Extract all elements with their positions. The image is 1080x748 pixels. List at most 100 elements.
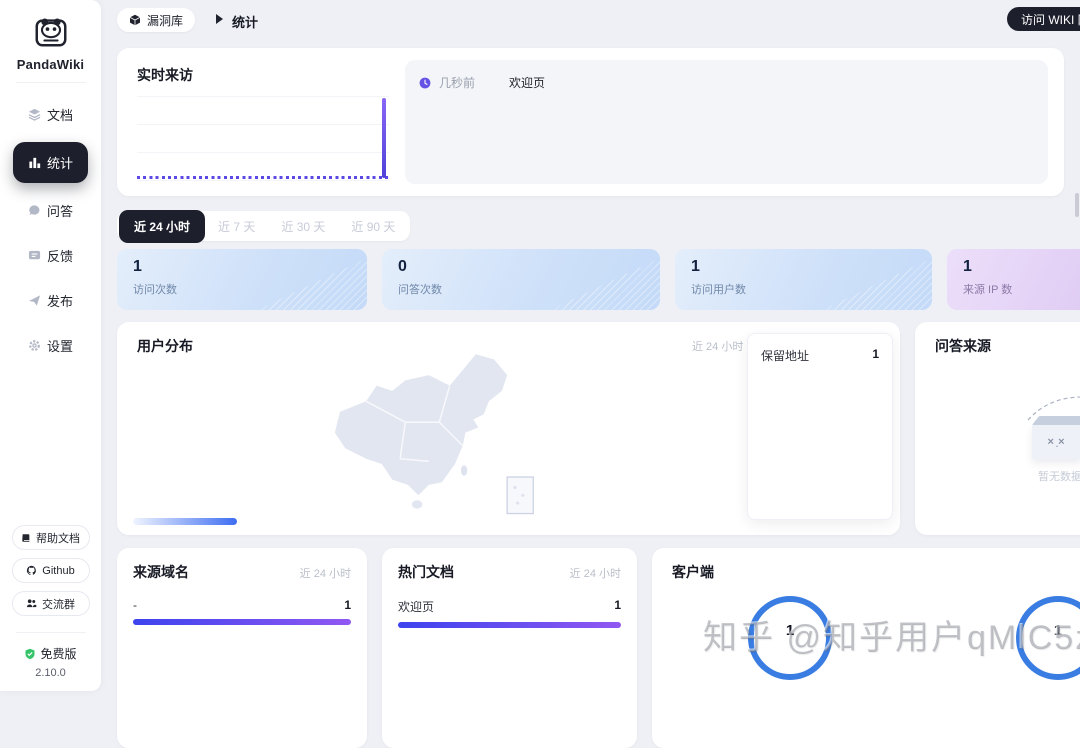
version-label: 2.10.0 xyxy=(35,667,66,679)
doc-progress-bar xyxy=(398,622,621,628)
sidebar-item-label: 反馈 xyxy=(47,246,73,265)
client-donut-chart-2: 1 xyxy=(1016,596,1080,680)
sidebar-divider xyxy=(16,82,86,83)
donut-value: 1 xyxy=(786,622,794,639)
realtime-zero-baseline xyxy=(137,176,389,179)
visit-wiki-button[interactable]: 访问 WIKI 网站 xyxy=(1007,7,1080,31)
empty-box-illustration: ×.× xyxy=(1032,416,1080,459)
qa-source-card: 问答来源 ×.× 暂无数据 xyxy=(915,322,1080,535)
tab-last-24h[interactable]: 近 24 小时 xyxy=(119,210,205,243)
hot-docs-range: 近 24 小时 xyxy=(570,565,621,581)
app-name: PandaWiki xyxy=(17,57,84,72)
sidebar-item-label: 设置 xyxy=(47,336,73,355)
doc-row[interactable]: 欢迎页 1 xyxy=(382,582,637,615)
sidebar-item-stats[interactable]: 统计 xyxy=(13,142,88,183)
stat-label: 访问用户数 xyxy=(691,281,916,297)
realtime-spike-bar xyxy=(382,98,386,178)
message-square-icon xyxy=(28,249,41,262)
doc-label: 欢迎页 xyxy=(398,598,434,615)
domain-row: - 1 xyxy=(117,582,367,612)
stat-value: 1 xyxy=(133,258,351,276)
sidebar-divider xyxy=(16,632,86,633)
book-icon xyxy=(21,533,31,543)
visit-wiki-label: 访问 WIKI 网站 xyxy=(1021,11,1080,28)
domain-progress-bar xyxy=(133,619,351,625)
stat-card-users: 1 访问用户数 xyxy=(675,249,932,310)
stat-label: 来源 IP 数 xyxy=(963,281,1080,297)
community-label: 交流群 xyxy=(42,596,75,612)
sidebar-item-label: 发布 xyxy=(47,291,73,310)
cube-icon xyxy=(129,14,141,26)
sidebar-item-label: 统计 xyxy=(47,153,73,172)
realtime-visits-card: 实时来访 几秒前 欢迎页 xyxy=(117,48,1064,196)
panda-logo-icon xyxy=(32,12,70,50)
empty-state-text: 暂无数据 xyxy=(1000,468,1080,484)
qa-source-title: 问答来源 xyxy=(935,336,991,356)
sidebar-item-docs[interactable]: 文档 xyxy=(18,97,83,132)
tab-last-7d[interactable]: 近 7 天 xyxy=(205,210,268,243)
sidebar-item-publish[interactable]: 发布 xyxy=(18,283,83,318)
tab-last-30d[interactable]: 近 30 天 xyxy=(268,210,338,243)
sidebar-item-label: 问答 xyxy=(47,201,73,220)
github-label: Github xyxy=(42,565,74,577)
region-list-panel: 保留地址 1 xyxy=(747,333,893,520)
event-page: 欢迎页 xyxy=(509,74,545,91)
github-link[interactable]: Github xyxy=(12,558,90,583)
user-distribution-card: 用户分布 近 24 小时 保留地址 1 xyxy=(117,322,900,535)
source-domains-card: 来源域名 近 24 小时 - 1 xyxy=(117,548,367,748)
realtime-event-row[interactable]: 几秒前 欢迎页 xyxy=(405,60,1048,91)
realtime-title: 实时来访 xyxy=(137,65,193,85)
event-time: 几秒前 xyxy=(439,74,501,91)
realtime-events-panel: 几秒前 欢迎页 xyxy=(405,60,1048,184)
chat-bubble-icon xyxy=(28,204,41,217)
sidebar-item-label: 文档 xyxy=(47,105,73,124)
source-domains-title: 来源域名 xyxy=(133,562,189,582)
sidebar: PandaWiki 文档 统计 问答 反馈 xyxy=(0,0,101,691)
empty-state: ×.× 暂无数据 xyxy=(1000,382,1080,484)
users-icon xyxy=(26,598,37,609)
vertical-scrollbar-thumb[interactable] xyxy=(1075,193,1079,217)
edition-badge: 免费版 xyxy=(24,645,76,662)
community-link[interactable]: 交流群 xyxy=(12,591,90,616)
time-range-tabs: 近 24 小时 近 7 天 近 30 天 近 90 天 xyxy=(117,211,410,241)
clients-card: 客户端 1 1 xyxy=(652,548,1080,748)
stats-row: 1 访问次数 0 问答次数 1 访问用户数 1 来源 IP 数 xyxy=(117,249,1080,310)
client-donut-chart-1: 1 xyxy=(748,596,832,680)
layers-icon xyxy=(28,108,41,121)
doc-value: 1 xyxy=(614,598,621,615)
stat-label: 问答次数 xyxy=(398,281,644,297)
breadcrumb-current-page: 统计 xyxy=(232,12,258,31)
help-docs-link[interactable]: 帮助文档 xyxy=(12,525,90,550)
stat-value: 0 xyxy=(398,258,644,276)
app-logo[interactable]: PandaWiki xyxy=(17,12,84,72)
donut-value: 1 xyxy=(1054,622,1062,639)
stat-card-qa-count: 0 问答次数 xyxy=(382,249,660,310)
shield-check-icon xyxy=(24,648,36,660)
source-domains-range: 近 24 小时 xyxy=(300,565,351,581)
region-label: 保留地址 xyxy=(761,347,809,364)
breadcrumb-kb-selector[interactable]: 漏洞库 xyxy=(117,8,195,32)
hot-docs-card: 热门文档 近 24 小时 欢迎页 1 xyxy=(382,548,637,748)
breadcrumb-arrow-icon xyxy=(216,14,223,24)
region-value: 1 xyxy=(872,347,879,364)
edition-label: 免费版 xyxy=(40,645,76,662)
sidebar-footer: 帮助文档 Github 交流群 免费版 2.10.0 xyxy=(0,525,101,691)
clock-icon xyxy=(419,77,431,89)
stat-card-visits: 1 访问次数 xyxy=(117,249,367,310)
github-icon xyxy=(26,565,37,576)
user-distribution-title: 用户分布 xyxy=(137,336,193,356)
breadcrumb-kb-name: 漏洞库 xyxy=(147,12,183,29)
sidebar-menu: 文档 统计 问答 反馈 发布 xyxy=(0,97,101,363)
tab-last-90d[interactable]: 近 90 天 xyxy=(338,210,408,243)
user-distribution-range: 近 24 小时 xyxy=(692,338,743,354)
help-docs-label: 帮助文档 xyxy=(36,530,80,546)
region-row: 保留地址 1 xyxy=(748,334,892,364)
sidebar-item-qa[interactable]: 问答 xyxy=(18,193,83,228)
paper-plane-icon xyxy=(28,294,41,307)
stat-value: 1 xyxy=(691,258,916,276)
sidebar-item-settings[interactable]: 设置 xyxy=(18,328,83,363)
domain-label: - xyxy=(133,598,137,612)
gear-icon xyxy=(28,339,41,352)
sidebar-item-feedback[interactable]: 反馈 xyxy=(18,238,83,273)
bar-chart-icon xyxy=(28,156,41,169)
